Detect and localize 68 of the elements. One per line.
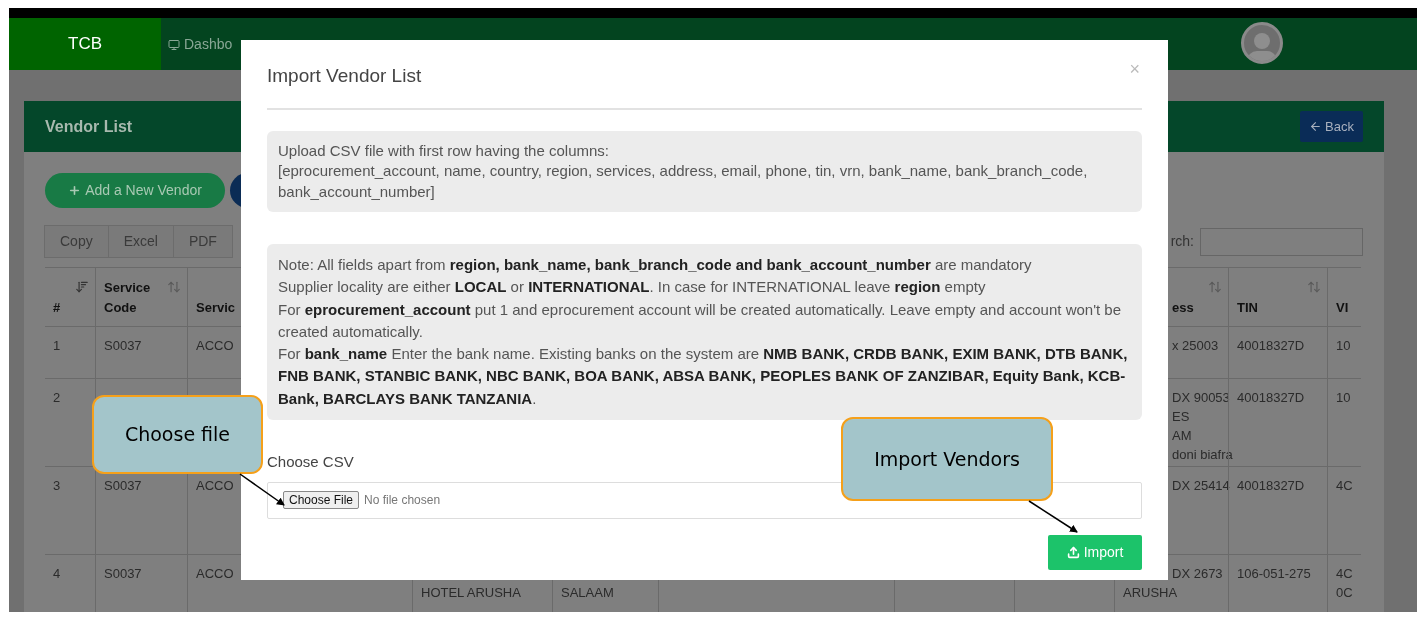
table-cell-text: 106-051-275: [1237, 565, 1311, 583]
table-cell-text: 2: [53, 389, 61, 407]
arrow-left-icon: [1309, 120, 1323, 133]
column-header: Service Code: [104, 279, 152, 317]
nav-link[interactable]: Dashbo: [168, 34, 233, 55]
column-header: TIN: [1237, 299, 1259, 317]
table-cell-text: ACCO: [196, 337, 234, 355]
table-cell-text: S0037: [104, 337, 142, 355]
instruction-text: [eprocurement_account, name, country, region, services, address, email, phone, tin, vrn, bank_name, bank_branch_code, bank_account_number]: [278, 161, 1089, 202]
callout-arrow: [239, 473, 285, 506]
table-cell-text: ACCO: [196, 477, 234, 495]
table-cell-text: AM: [1172, 427, 1192, 445]
table-cell-text: HOTEL ARUSHA: [421, 584, 521, 602]
table-cell-text: doni biafra: [1172, 446, 1233, 464]
export-button[interactable]: Copy: [44, 225, 109, 258]
instruction-text: Upload CSV file with first row having the columns:: [278, 140, 610, 161]
table-cell-text: 40018327D: [1237, 337, 1305, 355]
add-vendor-button[interactable]: Add a New Vendor: [45, 173, 225, 208]
table-cell-text: DX 2673: [1172, 565, 1223, 583]
sort-icon[interactable]: [1307, 280, 1321, 294]
table-cell-text: 4: [53, 565, 61, 583]
table-cell-text: x 25003: [1172, 337, 1219, 355]
table-cell-text: DX 25414: [1172, 477, 1230, 495]
table-cell-text: 4C: [1336, 565, 1353, 583]
sort-icon[interactable]: [75, 280, 89, 294]
table-cell-text: ACCO: [196, 565, 234, 583]
card-title: Vendor List: [45, 116, 133, 137]
export-button[interactable]: Excel: [107, 225, 174, 258]
monitor-icon: [168, 38, 180, 51]
callout-arrow: [1028, 500, 1078, 533]
note-text: For bank_name Enter the bank name. Existing banks on the system are NMB BANK, CRDB BANK, EXIM BANK, DTB BANK, FNB BANK, STANBIC BANK, NBC BANK, BOA BANK, ABSA BANK, PEOPLES BANK OF ZANZIBAR, Equity Bank, KCB-Bank, BARCLAYS BANK TANZANIA.: [278, 344, 1129, 409]
table-cell-text: 3: [53, 477, 61, 495]
table-cell-text: 40018327D: [1237, 477, 1305, 495]
table-cell-text: S0037: [104, 565, 142, 583]
sort-icon[interactable]: [167, 280, 181, 294]
export-button[interactable]: PDF: [172, 225, 233, 258]
column-header: VI: [1336, 299, 1350, 317]
table-cell-text: SALAAM: [561, 584, 614, 602]
table-cell-text: 4C: [1336, 477, 1353, 495]
table-cell-text: ES: [1172, 408, 1190, 426]
sort-icon[interactable]: [1208, 280, 1222, 294]
choose-file-button[interactable]: Choose File: [283, 491, 360, 510]
note-text: Note: All fields apart from region, bank_name, bank_branch_code and bank_account_number are mandatory: [278, 255, 1033, 275]
note-text: Supplier locality are either LOCAL or INTERNATIONAL. In case for INTERNATIONAL leave region empty: [278, 277, 987, 298]
table-cell-text: 10: [1336, 389, 1351, 407]
file-status: No file chosen: [364, 492, 441, 510]
table-cell-text: S0037: [104, 477, 142, 495]
avatar-icon[interactable]: [1241, 22, 1283, 64]
import-button[interactable]: Import: [1048, 534, 1142, 570]
callout-box: Choose file: [92, 395, 263, 474]
field-label: Choose CSV: [267, 452, 354, 473]
plus-icon: [68, 184, 82, 197]
search-field[interactable]: [1200, 227, 1363, 256]
close-button[interactable]: ×: [1129, 60, 1140, 78]
table-cell-text: 1: [53, 337, 61, 355]
callout-box: Import Vendors: [841, 417, 1053, 501]
table-cell-text: 40018327D: [1237, 389, 1305, 407]
brand-logo[interactable]: TCB: [9, 18, 161, 70]
note-text: For eprocurement_account put 1 and eprocurement account will be created automatically. Leave empty and account won't be created automatically.: [278, 299, 1123, 342]
column-header: ess: [1172, 299, 1194, 317]
table-cell-text: 0C: [1336, 584, 1353, 602]
upload-icon: [1066, 545, 1080, 559]
table-cell-text: ARUSHA: [1123, 584, 1178, 602]
search-label: rch:: [1170, 232, 1194, 251]
column-header: Servic: [196, 299, 237, 317]
table-cell-text: 10: [1336, 337, 1351, 355]
back-button[interactable]: Back: [1300, 111, 1363, 142]
dialog-title: Import Vendor List: [267, 65, 422, 86]
